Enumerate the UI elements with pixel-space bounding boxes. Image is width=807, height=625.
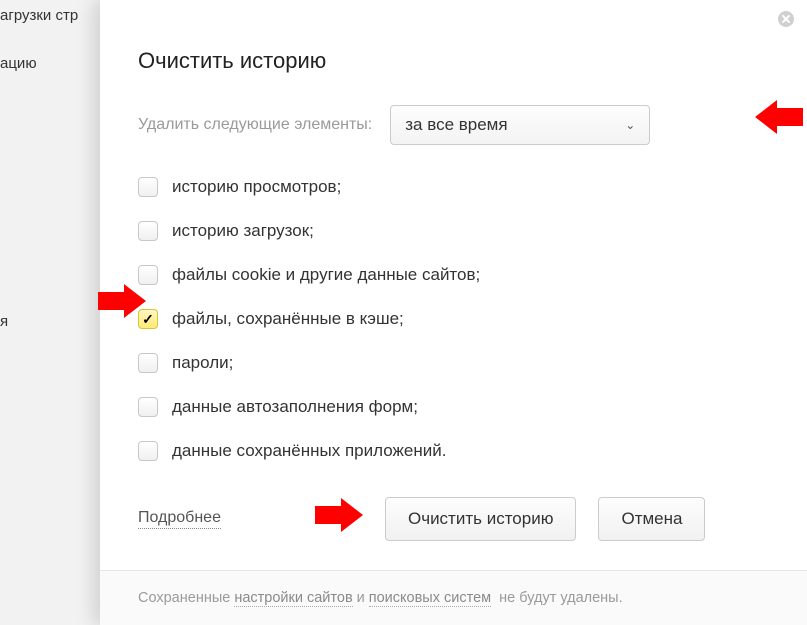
option-label: пароли; xyxy=(172,353,233,373)
footer-link-sites[interactable]: настройки сайтов xyxy=(234,590,352,607)
dialog-actions: Подробнее Очистить историю Отмена xyxy=(138,497,705,541)
option-browsing-history[interactable]: историю просмотров; xyxy=(138,165,698,209)
option-label: файлы cookie и другие данные сайтов; xyxy=(172,265,480,285)
checkbox[interactable] xyxy=(138,397,158,417)
option-label: историю просмотров; xyxy=(172,177,341,197)
option-hosted-apps[interactable]: данные сохранённых приложений. xyxy=(138,429,698,473)
footer-text-mid: и xyxy=(357,590,365,606)
option-passwords[interactable]: пароли; xyxy=(138,341,698,385)
checkbox[interactable] xyxy=(138,441,158,461)
close-icon[interactable] xyxy=(775,10,797,32)
option-label: данные автозаполнения форм; xyxy=(172,397,418,417)
dialog-title: Очистить историю xyxy=(138,48,326,74)
option-cookies[interactable]: файлы cookie и другие данные сайтов; xyxy=(138,253,698,297)
cancel-button[interactable]: Отмена xyxy=(598,497,705,541)
checkbox[interactable] xyxy=(138,353,158,373)
checkbox[interactable] xyxy=(138,265,158,285)
time-range-label: Удалить следующие элементы: xyxy=(138,116,372,134)
option-cache[interactable]: файлы, сохранённые в кэше; xyxy=(138,297,698,341)
footer-link-search[interactable]: поисковых систем xyxy=(369,590,491,607)
time-range-row: Удалить следующие элементы: за все время… xyxy=(138,105,650,145)
option-label: данные сохранённых приложений. xyxy=(172,441,446,461)
time-range-select[interactable]: за все время ⌄ xyxy=(390,105,650,145)
time-range-value: за все время xyxy=(405,115,507,135)
checkbox[interactable] xyxy=(138,177,158,197)
more-link[interactable]: Подробнее xyxy=(138,509,221,529)
clear-button[interactable]: Очистить историю xyxy=(385,497,576,541)
option-label: историю загрузок; xyxy=(172,221,314,241)
option-autofill[interactable]: данные автозаполнения форм; xyxy=(138,385,698,429)
footer-text-pre: Сохраненные xyxy=(138,590,230,606)
clear-history-dialog: Очистить историю Удалить следующие элеме… xyxy=(100,0,807,625)
footer-text-post: не будут удалены. xyxy=(499,590,623,606)
checkbox-list: историю просмотров; историю загрузок; фа… xyxy=(138,165,698,473)
checkbox[interactable] xyxy=(138,309,158,329)
option-label: файлы, сохранённые в кэше; xyxy=(172,309,404,329)
chevron-down-icon: ⌄ xyxy=(625,118,635,132)
dialog-footer: Сохраненные настройки сайтов и поисковых… xyxy=(100,570,807,625)
checkbox[interactable] xyxy=(138,221,158,241)
option-download-history[interactable]: историю загрузок; xyxy=(138,209,698,253)
